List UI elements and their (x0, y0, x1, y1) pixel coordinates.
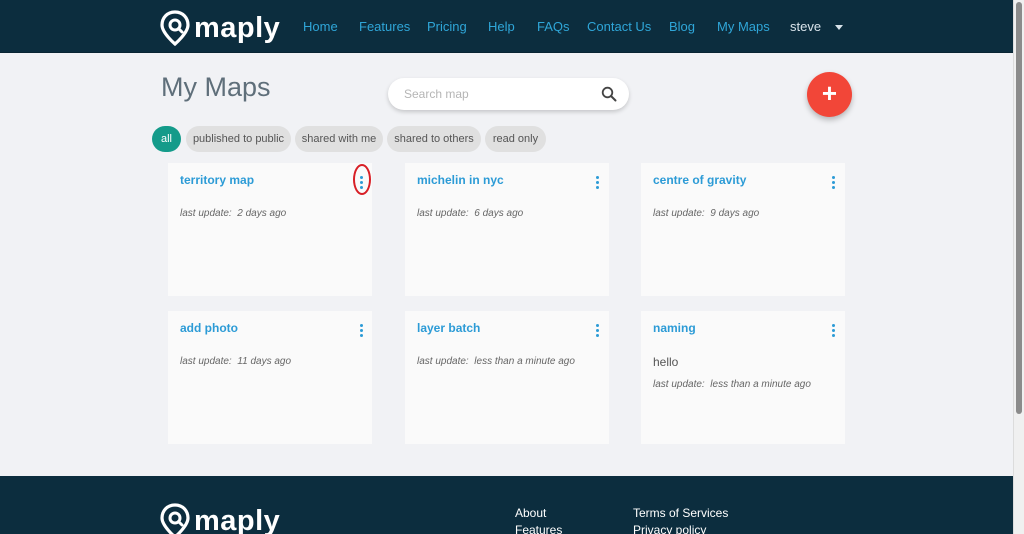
vertical-scrollbar[interactable] (1013, 0, 1024, 534)
more-vertical-icon[interactable] (591, 321, 605, 339)
footer-logo[interactable]: maply (160, 503, 280, 534)
filter-shared-to-others[interactable]: shared to others (387, 126, 481, 152)
nav-pricing[interactable]: Pricing (427, 19, 467, 34)
footer-link-terms[interactable]: Terms of Services (633, 506, 728, 520)
last-update-label: last update: (417, 208, 469, 219)
last-update-value: less than a minute ago (710, 379, 811, 390)
nav-home[interactable]: Home (303, 19, 338, 34)
nav-contact-us[interactable]: Contact Us (587, 19, 651, 34)
brand-logo[interactable]: maply (160, 10, 280, 46)
map-card[interactable]: centre of gravity last update: 9 days ag… (641, 163, 845, 296)
nav-help[interactable]: Help (488, 19, 515, 34)
last-update-value: 2 days ago (237, 208, 287, 219)
map-last-update: last update: 11 days ago (180, 356, 291, 367)
nav-blog[interactable]: Blog (669, 19, 695, 34)
nav-my-maps[interactable]: My Maps (717, 19, 770, 34)
more-vertical-icon[interactable] (827, 173, 841, 191)
footer: maply About Features Terms of Services P… (0, 476, 1013, 534)
map-title[interactable]: michelin in nyc (417, 173, 504, 187)
more-vertical-icon[interactable] (827, 321, 841, 339)
map-last-update: last update: less than a minute ago (653, 379, 811, 390)
map-card[interactable]: michelin in nyc last update: 6 days ago (405, 163, 609, 296)
last-update-value: less than a minute ago (474, 356, 575, 367)
filter-published-to-public[interactable]: published to public (186, 126, 291, 152)
filter-shared-with-me[interactable]: shared with me (295, 126, 383, 152)
map-last-update: last update: less than a minute ago (417, 356, 575, 367)
brand-name: maply (194, 12, 281, 44)
map-title[interactable]: add photo (180, 321, 238, 335)
map-card[interactable]: add photo last update: 11 days ago (168, 311, 372, 444)
logo-pin-icon (160, 10, 190, 46)
search-box (388, 78, 629, 110)
more-vertical-icon[interactable] (591, 173, 605, 191)
map-card[interactable]: naming hello last update: less than a mi… (641, 311, 845, 444)
last-update-label: last update: (653, 208, 705, 219)
more-vertical-icon[interactable] (355, 321, 369, 339)
map-title[interactable]: naming (653, 321, 696, 335)
chevron-down-icon[interactable] (835, 25, 843, 30)
last-update-label: last update: (417, 356, 469, 367)
filter-all[interactable]: all (152, 126, 181, 152)
scrollbar-thumb[interactable] (1016, 2, 1022, 414)
filter-read-only[interactable]: read only (485, 126, 546, 152)
top-navbar: maply Home Features Pricing Help FAQs Co… (0, 0, 1013, 53)
plus-icon: + (821, 78, 838, 108)
logo-pin-icon (160, 503, 190, 534)
map-title[interactable]: layer batch (417, 321, 480, 335)
search-icon[interactable] (601, 86, 617, 102)
search-input[interactable] (404, 86, 594, 102)
user-menu[interactable]: steve (790, 19, 821, 34)
nav-features[interactable]: Features (359, 19, 410, 34)
add-map-button[interactable]: + (807, 72, 852, 117)
map-last-update: last update: 6 days ago (417, 208, 523, 219)
last-update-label: last update: (653, 379, 705, 390)
footer-link-features[interactable]: Features (515, 523, 562, 534)
page: maply Home Features Pricing Help FAQs Co… (0, 0, 1013, 534)
map-last-update: last update: 2 days ago (180, 208, 286, 219)
map-description: hello (653, 355, 679, 369)
highlight-annotation (353, 164, 371, 195)
nav-faqs[interactable]: FAQs (537, 19, 570, 34)
map-card[interactable]: territory map last update: 2 days ago (168, 163, 372, 296)
last-update-value: 11 days ago (237, 356, 292, 367)
brand-name: maply (194, 505, 281, 534)
last-update-value: 9 days ago (710, 208, 760, 219)
last-update-value: 6 days ago (474, 208, 524, 219)
map-card[interactable]: layer batch last update: less than a min… (405, 311, 609, 444)
page-title: My Maps (161, 72, 271, 102)
footer-link-about[interactable]: About (515, 506, 546, 520)
map-title[interactable]: territory map (180, 173, 254, 187)
footer-link-privacy[interactable]: Privacy policy (633, 523, 706, 534)
last-update-label: last update: (180, 208, 232, 219)
last-update-label: last update: (180, 356, 232, 367)
map-title[interactable]: centre of gravity (653, 173, 746, 187)
map-last-update: last update: 9 days ago (653, 208, 759, 219)
